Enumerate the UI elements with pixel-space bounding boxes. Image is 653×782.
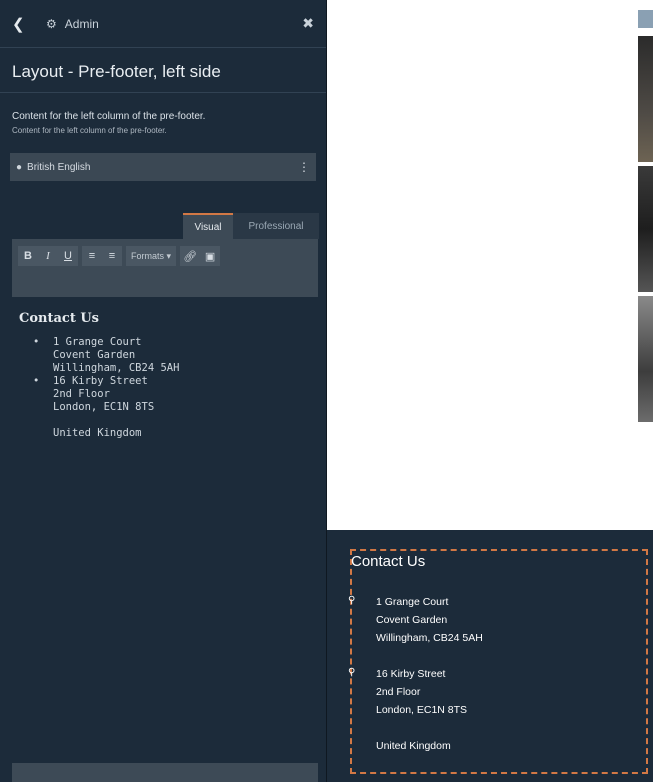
underline-button[interactable]: U bbox=[58, 246, 78, 266]
formats-dropdown[interactable]: Formats ▾ bbox=[126, 246, 177, 266]
tab-professional[interactable]: Professional bbox=[233, 213, 319, 239]
italic-button[interactable]: I bbox=[38, 246, 58, 266]
description-main: Content for the left column of the pre-f… bbox=[12, 111, 206, 122]
language-label: British English bbox=[27, 161, 91, 173]
map-pin-icon: ⚲ bbox=[348, 667, 356, 678]
image-icon[interactable]: ▣ bbox=[200, 246, 220, 266]
address-line: 1 Grange Court bbox=[53, 336, 142, 348]
prefooter-address-1: 1 Grange Court Covent Garden Willingham,… bbox=[376, 593, 483, 647]
cog-icon: ⚙ bbox=[46, 16, 57, 31]
format-group: B I U bbox=[18, 246, 78, 266]
bold-button[interactable]: B bbox=[18, 246, 38, 266]
app-root: ❮ ⚙ Admin ✖ Layout - Pre-footer, left si… bbox=[0, 0, 653, 782]
preview-image bbox=[638, 10, 653, 28]
editor-content[interactable]: Contact Us 1 Grange Court Covent Garden … bbox=[12, 297, 318, 763]
unordered-list-icon[interactable]: ≡ bbox=[102, 246, 122, 266]
preview-content-area bbox=[327, 10, 653, 530]
editor-tabs: Visual Professional bbox=[183, 213, 319, 239]
list-group: ≡ ≡ bbox=[82, 246, 122, 266]
address-line: 2nd Floor bbox=[376, 686, 421, 698]
preview-image bbox=[638, 296, 653, 422]
prefooter-heading: Contact Us bbox=[351, 553, 426, 570]
address-line: Covent Garden bbox=[53, 349, 136, 361]
editor-address-list: 1 Grange Court Covent Garden Willingham,… bbox=[19, 336, 311, 414]
address-line: Willingham, CB24 5AH bbox=[376, 632, 483, 644]
address-line: Willingham, CB24 5AH bbox=[53, 362, 180, 374]
address-line: London, EC1N 8TS bbox=[53, 401, 155, 413]
language-selector[interactable]: ● British English ⋮ bbox=[10, 153, 316, 181]
formats-label: Formats bbox=[131, 251, 165, 261]
close-icon[interactable]: ✖ bbox=[302, 15, 314, 32]
admin-label[interactable]: Admin bbox=[65, 17, 99, 31]
panel-description: Content for the left column of the pre-f… bbox=[0, 93, 326, 135]
preview-image bbox=[638, 36, 653, 162]
editor-country: United Kingdom bbox=[53, 427, 142, 439]
description-small: Content for the left column of the pre-f… bbox=[12, 126, 167, 135]
list-item: 16 Kirby Street 2nd Floor London, EC1N 8… bbox=[33, 375, 311, 414]
address-line: 16 Kirby Street bbox=[53, 375, 148, 387]
editor-toolbar: B I U ≡ ≡ Formats ▾ 🔗︎ ▣ bbox=[12, 239, 318, 297]
address-line: London, EC1N 8TS bbox=[376, 704, 468, 716]
ordered-list-icon[interactable]: ≡ bbox=[82, 246, 102, 266]
admin-topbar: ❮ ⚙ Admin ✖ bbox=[0, 0, 326, 48]
preview-image bbox=[638, 166, 653, 292]
panel-title-row: Layout - Pre-footer, left side bbox=[0, 48, 326, 93]
tab-visual[interactable]: Visual bbox=[183, 213, 233, 239]
map-pin-icon: ⚲ bbox=[348, 595, 356, 606]
page-title: Layout - Pre-footer, left side bbox=[12, 62, 221, 81]
kebab-menu-icon[interactable]: ⋮ bbox=[298, 160, 310, 174]
prefooter-address-2: 16 Kirby Street 2nd Floor London, EC1N 8… bbox=[376, 665, 467, 719]
address-line: Covent Garden bbox=[376, 614, 448, 626]
link-icon[interactable]: 🔗︎ bbox=[180, 246, 200, 266]
insert-group: 🔗︎ ▣ bbox=[180, 246, 221, 266]
list-item: 1 Grange Court Covent Garden Willingham,… bbox=[33, 336, 311, 375]
panel-footer-bar bbox=[12, 763, 318, 782]
editor-heading: Contact Us bbox=[19, 311, 99, 326]
globe-icon: ● bbox=[16, 161, 23, 173]
address-line: 2nd Floor bbox=[53, 388, 110, 400]
address-line: 1 Grange Court bbox=[376, 596, 449, 608]
chevron-left-icon[interactable]: ❮ bbox=[12, 15, 36, 33]
address-line: 16 Kirby Street bbox=[376, 668, 446, 680]
prefooter-country: United Kingdom bbox=[376, 740, 451, 752]
